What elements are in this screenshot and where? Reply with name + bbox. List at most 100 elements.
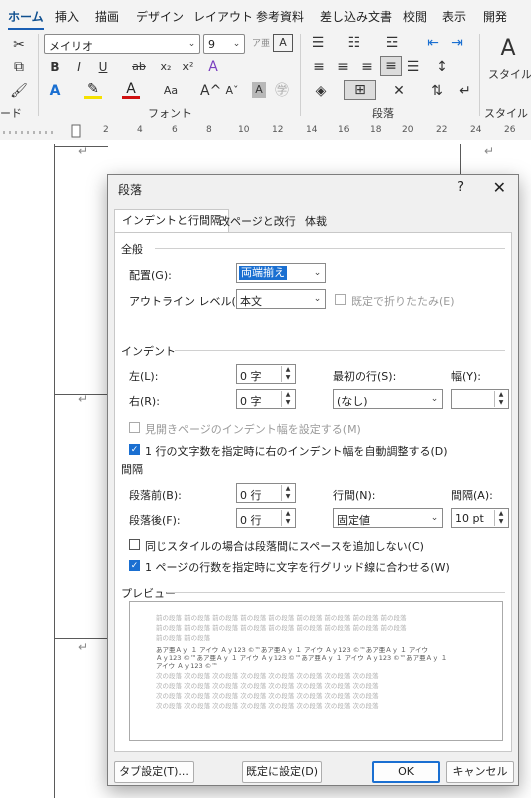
underline-icon[interactable]: U	[96, 58, 110, 76]
asian-layout-icon[interactable]: ✕	[390, 82, 408, 100]
cancel-button[interactable]: キャンセル	[446, 761, 514, 783]
mirror-indents-checkbox[interactable]	[129, 422, 140, 433]
return-mark-icon: ↵	[78, 392, 89, 406]
outline-level-select[interactable]: 本文 ⌄	[236, 289, 326, 309]
justify-icon[interactable]: ≡	[380, 56, 402, 76]
align-center-icon[interactable]: ≡	[334, 58, 352, 76]
styles-button-label[interactable]: スタイル	[488, 66, 531, 82]
shrink-font-icon[interactable]: Aˇ	[224, 82, 240, 100]
tab-line-page-breaks[interactable]: 改ページと改行	[212, 211, 303, 233]
highlight-icon[interactable]: ✎	[84, 82, 102, 99]
tab-developer[interactable]: 開発	[483, 8, 507, 25]
auto-adjust-checkbox[interactable]: ✓	[129, 444, 140, 455]
font-color-icon[interactable]: A	[122, 82, 140, 99]
tab-view[interactable]: 表示	[442, 8, 466, 25]
font-name-box[interactable]: メイリオ ⌄	[44, 34, 200, 54]
clear-format-icon[interactable]: A	[204, 58, 222, 76]
close-icon[interactable]: ✕	[493, 178, 506, 197]
spinner[interactable]: ▲ ▼	[494, 510, 507, 526]
multilevel-list-icon[interactable]: ☲	[382, 34, 402, 52]
margin-line	[54, 638, 108, 639]
italic-icon[interactable]: I	[72, 58, 86, 76]
ruler-mark: 2	[103, 125, 109, 135]
spinner[interactable]: ▲ ▼	[281, 485, 294, 501]
chevron-down-icon[interactable]: ⌄	[229, 35, 244, 53]
shading-icon[interactable]: ◈	[312, 82, 330, 100]
text-effects-icon[interactable]: A	[46, 82, 64, 100]
show-marks-icon[interactable]: ↵	[456, 82, 474, 100]
char-border-icon[interactable]: A	[273, 34, 293, 52]
bold-icon[interactable]: B	[48, 58, 62, 76]
sort-icon[interactable]: ⇅	[428, 82, 446, 100]
superscript-icon[interactable]: x²	[180, 58, 196, 76]
chevron-down-icon[interactable]: ⌄	[427, 390, 442, 408]
collapsed-checkbox[interactable]	[335, 294, 346, 305]
snap-grid-checkbox[interactable]: ✓	[129, 560, 140, 571]
tab-home[interactable]: ホーム	[8, 8, 44, 31]
indent-right-input[interactable]: 0 字 ▲ ▼	[236, 389, 296, 409]
font-size-box[interactable]: 9 ⌄	[203, 34, 245, 54]
bullets-icon[interactable]: ☰	[308, 34, 328, 52]
ribbon-separator	[300, 34, 301, 116]
tab-mailings[interactable]: 差し込み文書	[320, 8, 392, 25]
tab-design[interactable]: デザイン	[136, 8, 184, 25]
decrease-indent-icon[interactable]: ⇤	[424, 34, 442, 52]
spinner[interactable]: ▲ ▼	[281, 510, 294, 526]
help-button[interactable]: ?	[457, 180, 464, 195]
chevron-down-icon[interactable]: ⌄	[427, 509, 442, 527]
distributed-icon[interactable]: ☰	[404, 58, 422, 76]
styles-icon[interactable]: A	[494, 36, 522, 62]
change-case-icon[interactable]: Aa	[160, 82, 182, 100]
page-edge	[54, 144, 55, 798]
line-spacing-select[interactable]: 固定値 ⌄	[333, 508, 443, 528]
ok-button[interactable]: OK	[372, 761, 440, 783]
format-painter-icon[interactable]: 🖌	[10, 82, 28, 100]
subscript-icon[interactable]: x₂	[158, 58, 174, 76]
enclose-char-icon[interactable]: ㊫	[274, 82, 290, 100]
tab-draw[interactable]: 描画	[95, 8, 119, 25]
chevron-down-icon[interactable]: ⌄	[184, 35, 199, 53]
tab-layout[interactable]: レイアウト	[193, 8, 253, 25]
indent-right-label: 右(R):	[129, 395, 160, 408]
line-spacing-icon[interactable]: ↕	[432, 58, 452, 76]
spacing-at-input[interactable]: 10 pt ▲ ▼	[451, 508, 509, 528]
spinner[interactable]: ▲ ▼	[281, 391, 294, 407]
phonetic-guide-icon[interactable]: ア亜	[252, 35, 270, 53]
chevron-down-icon[interactable]: ⌄	[310, 264, 325, 282]
space-before-input[interactable]: 0 行 ▲ ▼	[236, 483, 296, 503]
tab-review[interactable]: 校閲	[403, 8, 427, 25]
set-default-button[interactable]: 既定に設定(D)	[242, 761, 322, 783]
increase-indent-icon[interactable]: ⇥	[448, 34, 466, 52]
grow-font-icon[interactable]: A^	[200, 82, 221, 100]
copy-icon[interactable]: ⧉	[10, 58, 28, 76]
return-mark-icon: ↵	[78, 144, 89, 158]
preview-line: 次の段落 次の段落 次の段落 次の段落 次の段落 次の段落 次の段落 次の段落	[156, 682, 379, 690]
tab-asian-typography[interactable]: 体裁	[298, 211, 334, 233]
ruler-ticks	[3, 124, 81, 138]
first-line-select[interactable]: (なし) ⌄	[333, 389, 443, 409]
strikethrough-icon[interactable]: ab	[130, 58, 148, 76]
borders-icon[interactable]: ⊞	[344, 80, 376, 100]
tab-references[interactable]: 参考資料	[256, 8, 304, 25]
align-right-icon[interactable]: ≡	[358, 58, 376, 76]
indent-width-input[interactable]: ▲ ▼	[451, 389, 509, 409]
ruler[interactable]: 2 4 6 8 10 12 14 16 18 20 22 24 26	[0, 122, 531, 141]
tab-insert[interactable]: 挿入	[55, 8, 79, 25]
tabs-button[interactable]: タブ設定(T)...	[114, 761, 194, 783]
no-space-checkbox[interactable]	[129, 539, 140, 550]
space-after-input[interactable]: 0 行 ▲ ▼	[236, 508, 296, 528]
ruler-mark: 12	[272, 125, 284, 135]
alignment-label: 配置(G):	[129, 269, 172, 282]
char-shading-icon[interactable]: A	[252, 82, 266, 98]
preview-line: 前の段落 前の段落	[156, 634, 211, 642]
chevron-down-icon[interactable]: ⌄	[310, 290, 325, 308]
spinner[interactable]: ▲ ▼	[494, 391, 507, 407]
numbering-icon[interactable]: ☷	[344, 34, 364, 52]
indent-left-input[interactable]: 0 字 ▲ ▼	[236, 364, 296, 384]
spinner[interactable]: ▲ ▼	[281, 366, 294, 382]
align-left-icon[interactable]: ≡	[310, 58, 328, 76]
section-indent: インデント	[121, 345, 176, 358]
alignment-select[interactable]: 両端揃え ⌄	[236, 263, 326, 283]
cut-icon[interactable]: ✂	[10, 36, 28, 54]
spacing-at-label: 間隔(A):	[451, 489, 493, 502]
